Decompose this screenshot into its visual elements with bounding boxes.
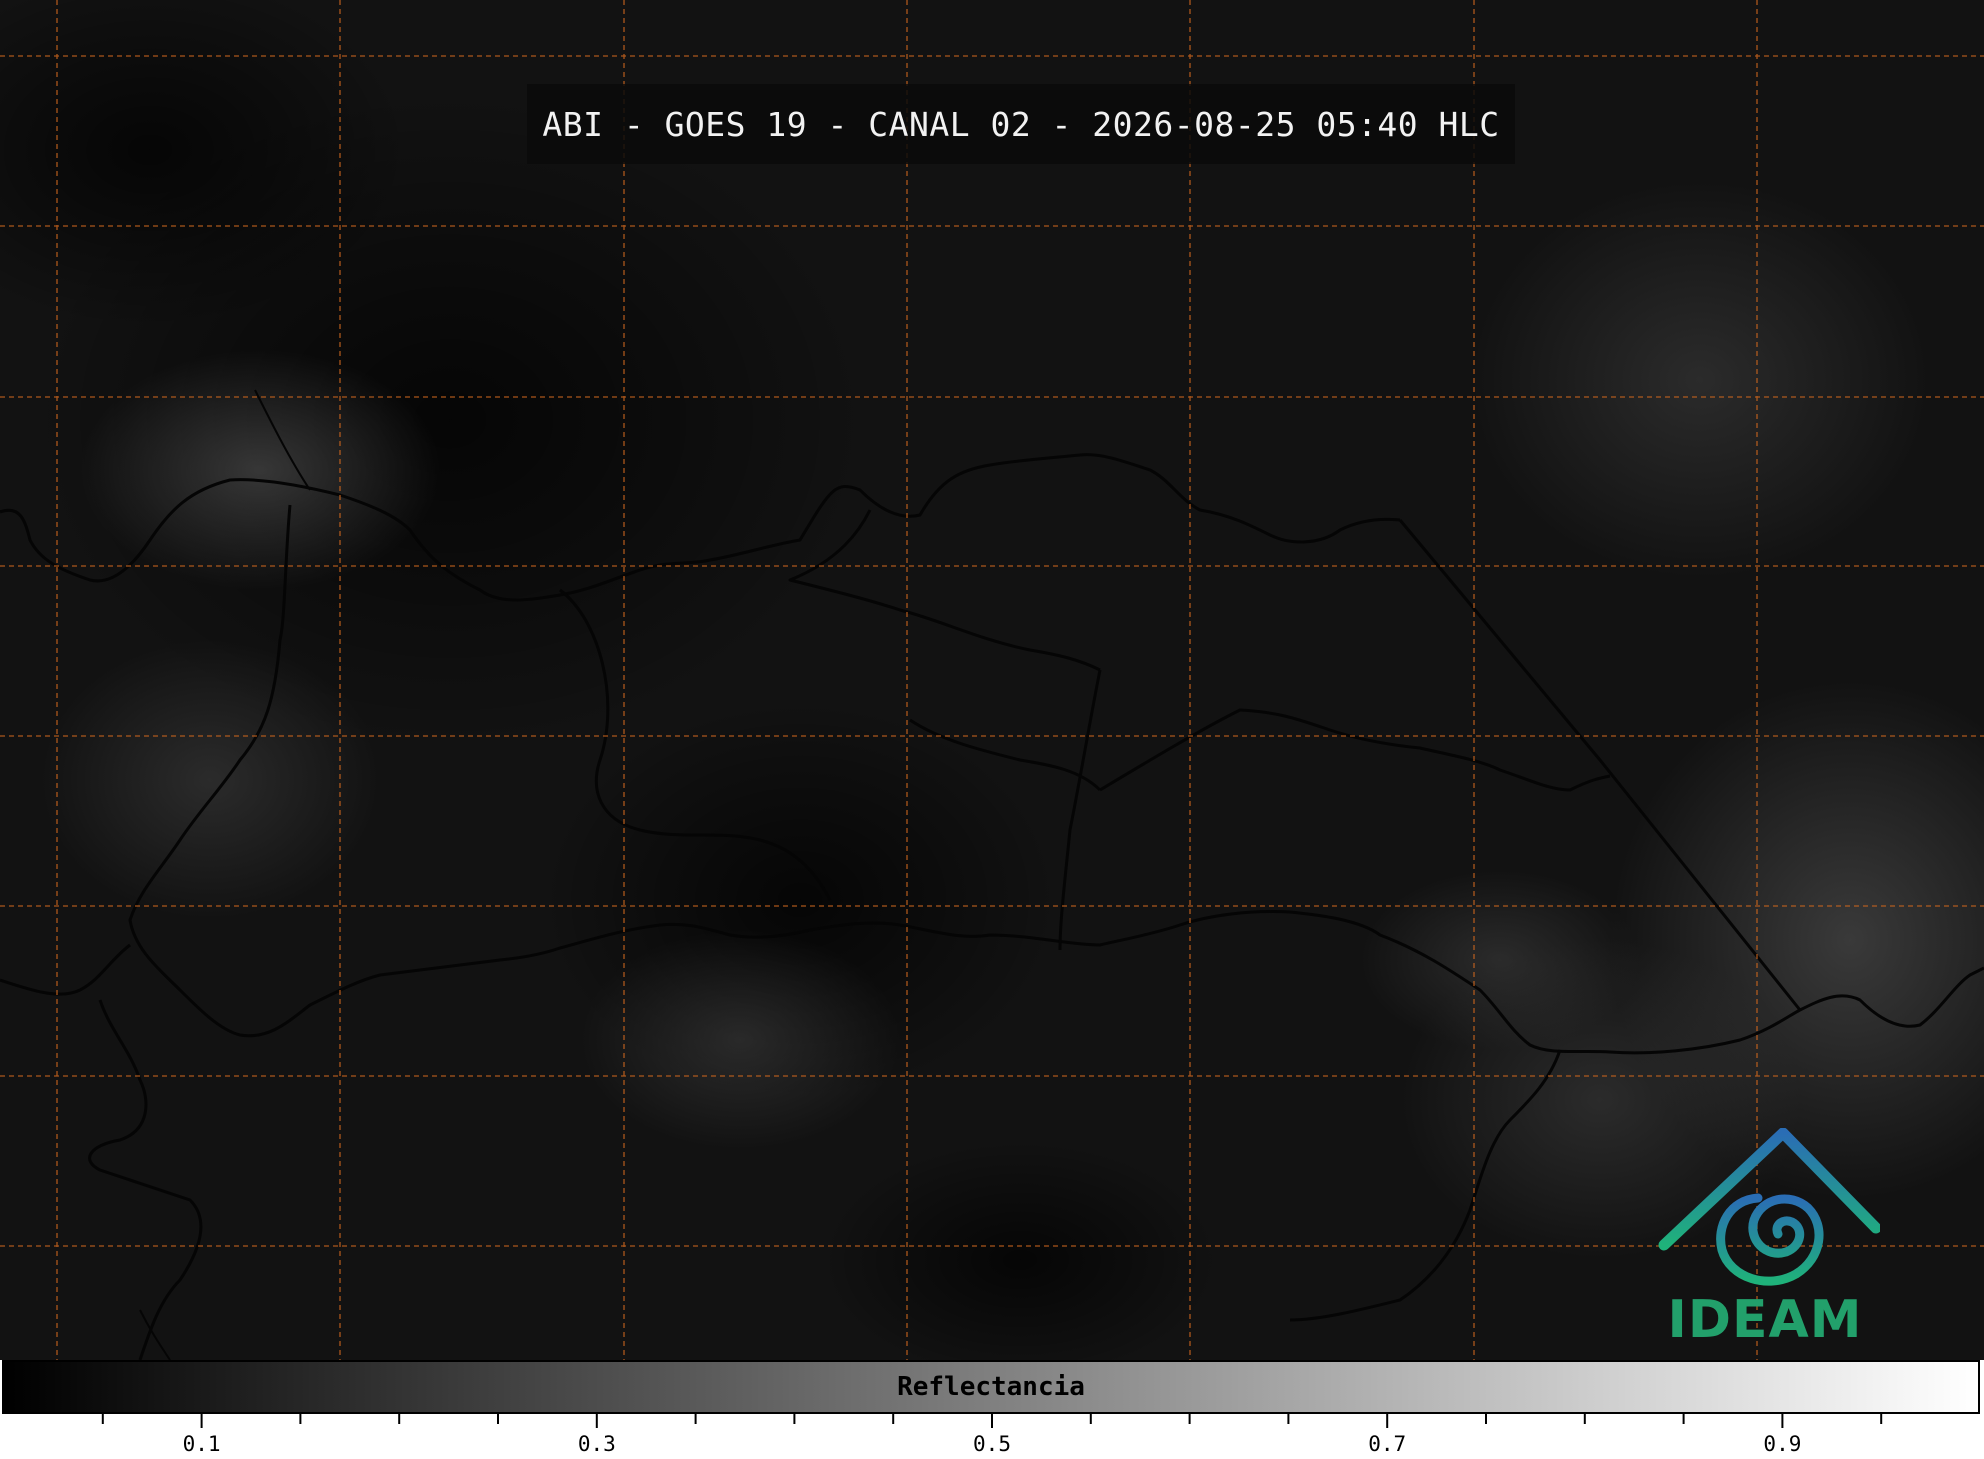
ideam-logo-icon (1658, 1128, 1880, 1286)
colorbar-tick-label: 0.9 (1763, 1432, 1802, 1456)
cloud-patch (580, 930, 900, 1150)
colorbar: Reflectancia (2, 1360, 1980, 1414)
ideam-logo: IDEAM (1650, 1128, 1880, 1353)
cloud-patch (1360, 870, 1640, 1050)
colorbar-tick-label: 0.5 (973, 1432, 1011, 1456)
map-title: ABI - GOES 19 - CANAL 02 - 2026-08-25 05… (542, 104, 1500, 144)
colorbar-tick-label: 0.7 (1368, 1432, 1407, 1456)
colorbar-tick-label: 0.3 (577, 1432, 616, 1456)
colorbar-tick-label: 0.1 (182, 1432, 221, 1456)
colorbar-label: Reflectancia (897, 1372, 1085, 1402)
cloud-patch (1470, 180, 1930, 580)
map-title-box: ABI - GOES 19 - CANAL 02 - 2026-08-25 05… (527, 84, 1515, 164)
cloud-patch (80, 350, 440, 590)
satellite-map: ABI - GOES 19 - CANAL 02 - 2026-08-25 05… (0, 0, 1984, 1360)
ideam-logo-text: IDEAM (1667, 1290, 1863, 1350)
cloud-patch (40, 640, 380, 920)
